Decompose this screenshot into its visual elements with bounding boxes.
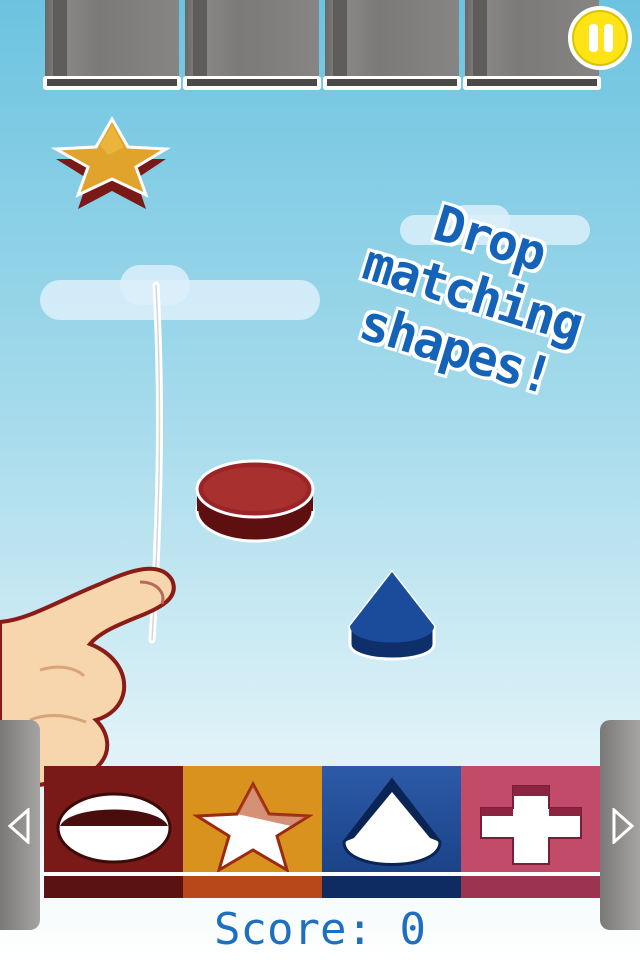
drop-bin[interactable]: [322, 766, 461, 898]
tutorial-hint: Drop matching shapes!: [269, 164, 640, 506]
star-hole-icon: [192, 780, 314, 872]
plus-hole-icon: [480, 785, 582, 865]
drop-hole-icon: [342, 777, 442, 866]
falling-star-shape[interactable]: [48, 115, 178, 210]
plus-bin[interactable]: [461, 766, 600, 898]
previous-bins-button[interactable]: [0, 720, 40, 930]
chevron-right-icon: [612, 808, 635, 844]
score-display: Score: 0: [0, 900, 640, 960]
shape-dispenser-2: [183, 0, 321, 92]
falling-circle-shape[interactable]: [192, 455, 318, 547]
circle-hole-icon: [56, 792, 172, 864]
shape-dispenser-3: [323, 0, 461, 92]
chevron-left-icon: [7, 808, 30, 844]
score-label: Score:: [214, 904, 373, 955]
shape-bins: [44, 766, 600, 898]
next-bins-button[interactable]: [600, 720, 640, 930]
circle-bin[interactable]: [44, 766, 183, 898]
pause-icon: [589, 24, 598, 52]
score-value: 0: [399, 904, 426, 955]
pause-button[interactable]: [568, 6, 632, 70]
shape-dispenser-1: [43, 0, 181, 92]
game-stage: Drop matching shapes! Score: 0: [0, 0, 640, 960]
star-bin[interactable]: [183, 766, 322, 898]
falling-drop-shape[interactable]: [344, 568, 440, 676]
